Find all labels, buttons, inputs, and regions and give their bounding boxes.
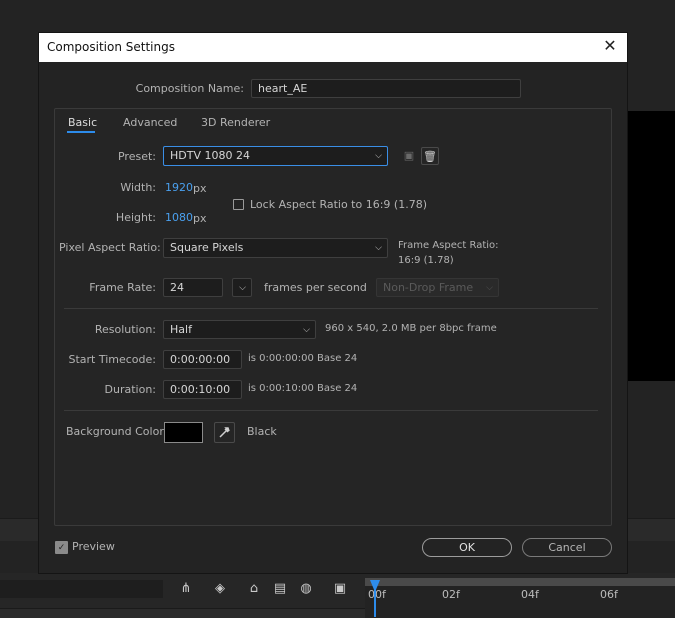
close-icon[interactable]: ✕ (601, 37, 619, 55)
start-timecode-input[interactable]: 0:00:00:00 (163, 350, 242, 369)
dialog-titlebar: Composition Settings ✕ (39, 33, 627, 62)
chevron-down-icon: ⌵ (486, 283, 493, 293)
background-color-swatch[interactable] (164, 422, 203, 443)
height-label: Height: (115, 211, 156, 224)
height-unit: px (193, 212, 207, 225)
composition-settings-dialog: Composition Settings ✕ Composition Name:… (39, 33, 627, 573)
width-unit: px (193, 182, 207, 195)
section-divider (64, 308, 598, 309)
resolution-label: Resolution: (94, 323, 156, 336)
preview-label: Preview (72, 540, 115, 553)
ruler-label: 06f (600, 588, 618, 601)
shy-layers-icon[interactable]: ⌂ (246, 581, 262, 597)
frame-blending-icon[interactable]: ▤ (272, 581, 288, 597)
pixel-aspect-label: Pixel Aspect Ratio: (59, 241, 161, 254)
drop-frame-dropdown: Non-Drop Frame ⌵ (376, 278, 499, 297)
preset-label: Preset: (117, 150, 156, 163)
tab-3d-renderer[interactable]: 3D Renderer (201, 116, 270, 129)
duration-input[interactable]: 0:00:10:00 (163, 380, 242, 399)
ruler-label: 04f (521, 588, 539, 601)
dialog-title: Composition Settings (47, 40, 175, 54)
background-color-name: Black (247, 425, 277, 438)
fps-label: frames per second (264, 281, 367, 294)
eyedropper-icon[interactable] (214, 422, 235, 443)
composition-viewer (627, 111, 675, 381)
pixel-aspect-value: Square Pixels (170, 241, 244, 254)
preset-dropdown[interactable]: HDTV 1080 24 ⌵ (163, 146, 388, 166)
chevron-down-icon: ⌵ (375, 243, 382, 253)
composition-name-label: Composition Name: (135, 82, 244, 95)
frame-rate-label: Frame Rate: (89, 281, 156, 294)
frame-aspect-value: 16:9 (1.78) (398, 255, 454, 266)
lock-aspect-checkbox[interactable] (233, 199, 244, 210)
frame-aspect-label: Frame Aspect Ratio: (398, 240, 499, 251)
frame-rate-input[interactable]: 24 (163, 278, 223, 297)
cancel-button[interactable]: Cancel (522, 538, 612, 557)
ruler-label: 02f (442, 588, 460, 601)
width-label: Width: (120, 181, 156, 194)
background-color-label: Background Color: (66, 425, 168, 438)
drop-frame-value: Non-Drop Frame (383, 281, 474, 294)
height-value[interactable]: 1080 (165, 211, 193, 224)
tab-basic[interactable]: Basic (68, 116, 97, 129)
start-timecode-info: is 0:00:00:00 Base 24 (248, 353, 358, 364)
chevron-down-icon: ⌵ (303, 325, 310, 335)
chevron-down-icon: ⌵ (239, 283, 246, 293)
app-background (0, 0, 675, 33)
tab-active-indicator (67, 131, 95, 133)
preset-value: HDTV 1080 24 (170, 149, 250, 162)
width-value[interactable]: 1920 (165, 181, 193, 194)
draft-3d-icon[interactable]: ◈ (212, 581, 228, 597)
motion-blur-icon[interactable]: ◍ (298, 581, 314, 597)
start-timecode-label: Start Timecode: (68, 353, 156, 366)
playhead-line (374, 586, 376, 617)
graph-editor-icon[interactable]: ▣ (332, 581, 348, 597)
composition-name-input[interactable]: heart_AE (251, 79, 521, 98)
timeline-search-input[interactable] (0, 580, 163, 598)
timeline-work-area[interactable] (365, 578, 675, 586)
resolution-dropdown[interactable]: Half ⌵ (163, 320, 316, 339)
timeline-ruler[interactable] (365, 586, 675, 617)
tab-advanced[interactable]: Advanced (123, 116, 177, 129)
pixel-aspect-dropdown[interactable]: Square Pixels ⌵ (163, 238, 388, 258)
section-divider (64, 410, 598, 411)
lock-aspect-label: Lock Aspect Ratio to 16:9 (1.78) (250, 198, 427, 211)
settings-panel (54, 108, 612, 526)
layer-tree-icon[interactable]: ⋔ (178, 581, 194, 597)
frame-rate-dropdown[interactable]: ⌵ (232, 278, 252, 297)
resolution-info: 960 x 540, 2.0 MB per 8bpc frame (325, 323, 497, 334)
delete-preset-icon[interactable]: 🗑 (421, 147, 439, 165)
chevron-down-icon: ⌵ (375, 151, 382, 161)
duration-info: is 0:00:10:00 Base 24 (248, 383, 358, 394)
ok-button[interactable]: OK (422, 538, 512, 557)
resolution-value: Half (170, 323, 192, 336)
save-preset-icon[interactable]: ▣ (400, 147, 418, 165)
duration-label: Duration: (104, 383, 156, 396)
preview-checkbox[interactable]: ✓ (55, 541, 68, 554)
